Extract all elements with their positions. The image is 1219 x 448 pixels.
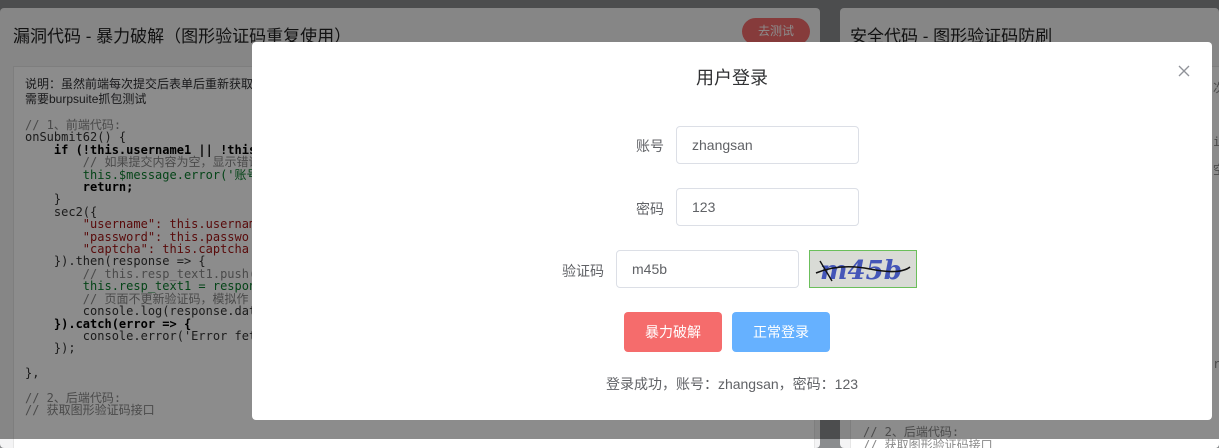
- brute-force-button[interactable]: 暴力破解: [624, 312, 722, 352]
- captcha-label: 验证码: [562, 263, 604, 279]
- password-input[interactable]: [676, 188, 859, 226]
- username-input[interactable]: [676, 126, 859, 164]
- username-label: 账号: [636, 138, 664, 154]
- dialog-title: 用户登录: [696, 68, 768, 88]
- login-result-message: 登录成功，账号：zhangsan，密码：123: [605, 376, 859, 392]
- password-label: 密码: [636, 201, 664, 217]
- captcha-input[interactable]: [616, 250, 799, 288]
- close-icon[interactable]: [1177, 64, 1191, 78]
- login-dialog: 用户登录 账号 密码 验证码 m45b 暴力破解 正常登录 登录成功，账号：zh…: [252, 42, 1212, 420]
- captcha-image[interactable]: m45b: [809, 250, 917, 288]
- normal-login-button[interactable]: 正常登录: [732, 312, 830, 352]
